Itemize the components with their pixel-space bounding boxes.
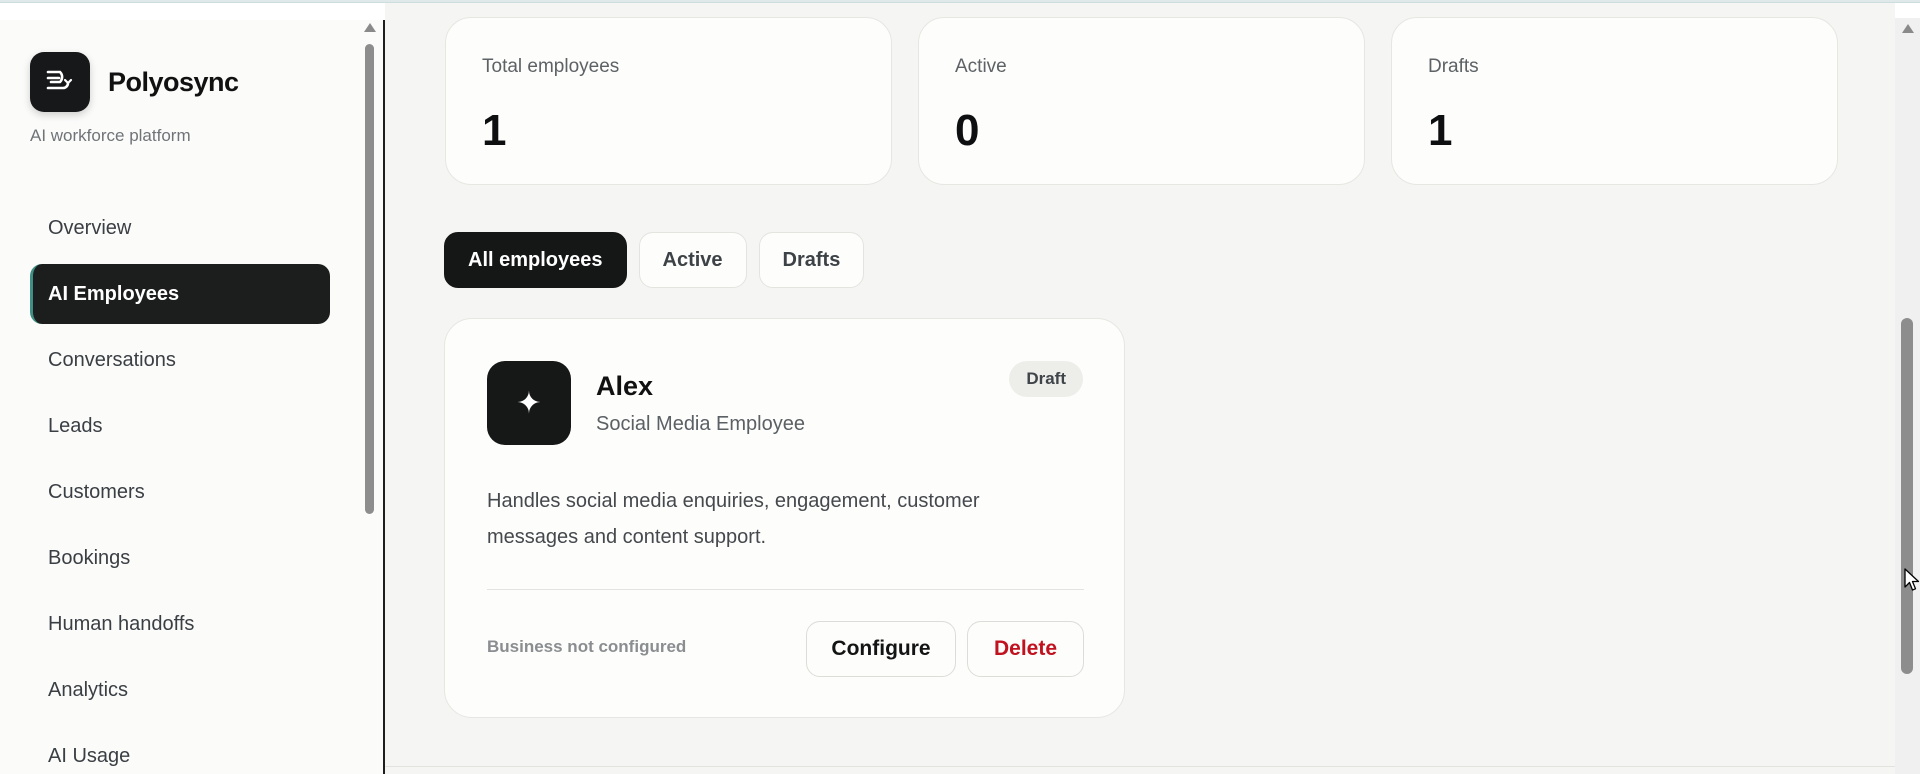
scroll-up-arrow-icon[interactable] [364, 23, 376, 32]
sidebar-item-ai-employees[interactable]: AI Employees [30, 264, 330, 324]
status-badge: Draft [1009, 361, 1083, 397]
employee-role: Social Media Employee [596, 413, 805, 435]
sidebar-scrollbar-thumb[interactable] [365, 44, 374, 514]
stat-label: Drafts [1428, 56, 1479, 77]
stat-label: Active [955, 56, 1007, 77]
sparkle-icon: ✦ [487, 361, 571, 445]
logo-glyph-icon [46, 70, 73, 90]
stat-card-drafts: Drafts 1 [1391, 17, 1838, 185]
sidebar-item-bookings[interactable]: Bookings [30, 528, 330, 588]
sidebar-item-customers[interactable]: Customers [30, 462, 330, 522]
sidebar-nav: Overview AI Employees Conversations Lead… [30, 198, 330, 774]
employee-card: ✦ Alex Social Media Employee Draft Handl… [444, 318, 1125, 718]
content-bottom-rule [385, 766, 1895, 767]
business-status: Business not configured [487, 637, 687, 656]
stat-value: 1 [482, 106, 507, 155]
sidebar-item-ai-usage[interactable]: AI Usage [30, 726, 330, 774]
page-scrollbar[interactable] [1895, 18, 1920, 774]
stat-value: 0 [955, 106, 980, 155]
stat-label: Total employees [482, 56, 620, 77]
tab-all-employees[interactable]: All employees [444, 232, 627, 288]
sidebar: Polyosync AI workforce platform Overview… [0, 20, 384, 774]
delete-button[interactable]: Delete [967, 621, 1084, 677]
brand[interactable]: Polyosync [30, 52, 239, 112]
stat-value: 1 [1428, 106, 1453, 155]
employee-description: Handles social media enquiries, engageme… [487, 490, 980, 548]
polyosync-logo-icon [30, 52, 90, 112]
sidebar-item-overview[interactable]: Overview [30, 198, 330, 258]
stat-card-active: Active 0 [918, 17, 1365, 185]
sidebar-item-conversations[interactable]: Conversations [30, 330, 330, 390]
scroll-up-arrow-icon[interactable] [1902, 24, 1914, 33]
sidebar-scrollbar[interactable] [362, 20, 376, 774]
tab-active[interactable]: Active [638, 232, 747, 288]
tab-drafts[interactable]: Drafts [758, 232, 865, 288]
sidebar-item-human-handoffs[interactable]: Human handoffs [30, 594, 330, 654]
sidebar-item-leads[interactable]: Leads [30, 396, 330, 456]
brand-name: Polyosync [108, 66, 239, 97]
card-divider [487, 589, 1084, 590]
brand-tagline: AI workforce platform [30, 126, 191, 145]
employee-name: Alex [596, 371, 654, 401]
stat-card-total-employees: Total employees 1 [445, 17, 892, 185]
page-scrollbar-thumb[interactable] [1901, 318, 1913, 674]
employee-filter-tabs: All employees Active Drafts [444, 232, 865, 288]
sidebar-item-analytics[interactable]: Analytics [30, 660, 330, 720]
configure-button[interactable]: Configure [806, 621, 956, 677]
mouse-cursor-icon [1904, 568, 1920, 591]
